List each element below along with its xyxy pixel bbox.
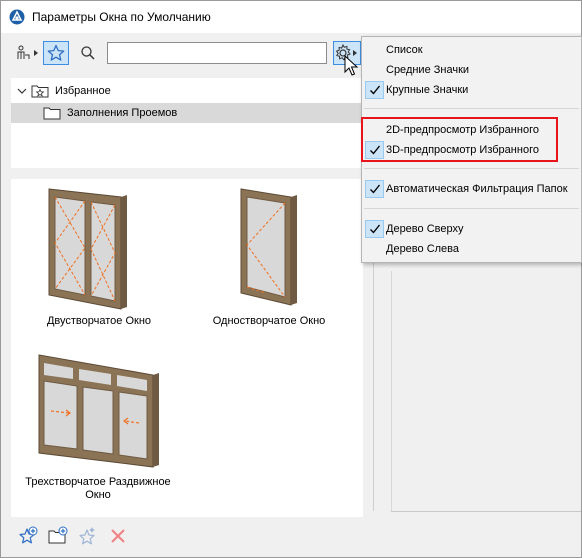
close-icon bbox=[111, 529, 125, 543]
add-folder-icon bbox=[48, 526, 68, 544]
tree-item-label: Заполнения Проемов bbox=[67, 107, 178, 119]
bottom-toolbar bbox=[11, 521, 363, 551]
menu-item-large-icons[interactable]: Крупные Значки bbox=[362, 80, 581, 100]
folder-icon bbox=[43, 107, 61, 120]
favorites-toggle-button[interactable] bbox=[43, 41, 69, 65]
favorite-item-double-window[interactable] bbox=[39, 183, 139, 313]
triple-sliding-window-thumbnail bbox=[38, 354, 159, 468]
people-filter-icon bbox=[17, 45, 38, 59]
panel-divider bbox=[391, 511, 581, 512]
folder-tree: Избранное Заполнения Проемов bbox=[11, 78, 363, 168]
edit-favorite-button[interactable] bbox=[77, 525, 99, 547]
favorite-item-label: Одностворчатое Окно bbox=[212, 315, 326, 327]
tree-item-openings[interactable]: Заполнения Проемов bbox=[11, 103, 363, 123]
favorite-item-triple-sliding-window[interactable] bbox=[33, 351, 163, 469]
menu-item-auto-filter[interactable]: Автоматическая Фильтрация Папок bbox=[362, 179, 581, 199]
title-bar: Параметры Окна по Умолчанию bbox=[1, 1, 581, 33]
star-icon bbox=[47, 44, 65, 61]
highlight-annotation bbox=[361, 117, 558, 162]
favorite-item-label: Двустворчатое Окно bbox=[46, 315, 152, 327]
menu-item-list[interactable]: Список bbox=[362, 40, 581, 60]
menu-separator bbox=[364, 168, 579, 169]
tree-item-label: Избранное bbox=[55, 85, 111, 97]
menu-item-tree-left[interactable]: Дерево Слева bbox=[362, 239, 581, 259]
search-input[interactable] bbox=[107, 42, 327, 64]
delete-button[interactable] bbox=[107, 525, 129, 547]
add-star-icon bbox=[19, 526, 38, 544]
chevron-down-icon[interactable] bbox=[17, 86, 27, 96]
archicad-logo-icon bbox=[9, 9, 25, 25]
add-favorite-button[interactable] bbox=[17, 525, 39, 547]
search-icon bbox=[81, 46, 95, 60]
panel-divider bbox=[391, 271, 392, 511]
menu-separator bbox=[364, 208, 579, 209]
checkmark-icon bbox=[365, 220, 384, 238]
search-button[interactable] bbox=[77, 41, 99, 65]
menu-separator bbox=[364, 108, 579, 109]
star-wand-icon bbox=[79, 527, 95, 545]
mouse-cursor-icon bbox=[344, 55, 359, 76]
double-window-thumbnail bbox=[48, 188, 127, 310]
menu-item-tree-top[interactable]: Дерево Сверху bbox=[362, 219, 581, 239]
favorites-folder-icon bbox=[31, 85, 49, 98]
add-folder-button[interactable] bbox=[47, 525, 69, 547]
single-window-thumbnail bbox=[240, 188, 297, 306]
tree-item-favorites[interactable]: Избранное bbox=[11, 81, 363, 101]
window-title: Параметры Окна по Умолчанию bbox=[32, 10, 211, 24]
favorite-item-label: Трехстворчатое Раздвижное Окно bbox=[25, 476, 171, 501]
favorite-item-single-window[interactable] bbox=[229, 183, 309, 313]
menu-item-medium-icons[interactable]: Средние Значки bbox=[362, 60, 581, 80]
checkmark-icon bbox=[365, 81, 384, 99]
checkmark-icon bbox=[365, 180, 384, 198]
favorites-preview-area: Двустворчатое Окно Одностворчатое Окно Т… bbox=[11, 179, 363, 517]
filter-button[interactable] bbox=[15, 41, 41, 65]
toolbar bbox=[11, 39, 363, 67]
